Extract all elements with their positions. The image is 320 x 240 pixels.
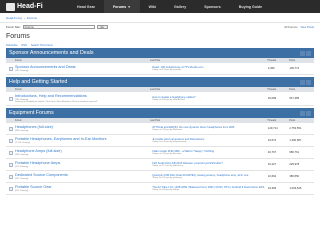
post-count: 386,550: [289, 175, 300, 178]
last-post-meta: Today, at 4:13 pm by ttvjaudio: [152, 69, 182, 72]
top-navigation-bar: Head-Fi Head Gear Forums ▼ Wiki Gallery S…: [0, 0, 320, 13]
breadcrumb-forums[interactable]: Forums: [27, 16, 37, 20]
nav-item-wiki[interactable]: Wiki: [140, 0, 165, 13]
nav-item-sponsors[interactable]: Sponsors: [195, 0, 230, 13]
viewing-count: (356 Viewing): [14, 153, 29, 156]
forum-row[interactable]: Headphone Amps (full-size) (356 Viewing) …: [6, 147, 314, 159]
forum-status-icon: [9, 138, 13, 143]
nav-item-gallery[interactable]: Gallery: [165, 0, 195, 13]
last-post-meta: Today, at 4:17 pm by Sidaskcuo: [152, 165, 184, 168]
rss-icon[interactable]: [306, 50, 311, 56]
viewing-count: (1,174 Viewing): [14, 141, 31, 144]
rss-link[interactable]: RSS: [22, 44, 27, 47]
chevron-down-icon: ▼: [127, 4, 131, 9]
post-count: 986,761: [289, 151, 300, 154]
site-logo[interactable]: Head-Fi: [6, 2, 56, 11]
thread-count: 10,662: [267, 175, 277, 178]
forum-section: Sponsor Announcements and Deals Forum La…: [6, 48, 314, 75]
post-count: 1,003,645: [289, 187, 302, 190]
post-count: 2,753,551: [289, 127, 302, 130]
post-count: 1,390,587: [289, 139, 302, 142]
forum-nav-label: Forum Nav:: [6, 25, 21, 29]
thread-count: 40,767: [267, 151, 277, 154]
nav-item-forums[interactable]: Forums ▼: [103, 0, 140, 13]
nav-item-buying-guide[interactable]: Buying Guide: [230, 0, 271, 13]
forum-row[interactable]: Portable Source Gear (621 Viewing) The A2…: [6, 183, 314, 195]
section-header: Sponsor Announcements and Deals: [6, 48, 314, 58]
thread-count: 2,366: [267, 67, 275, 70]
forum-row[interactable]: Headphones (full-size) (998 Viewing) ATTO…: [6, 123, 314, 135]
section-header: Help and Getting Started: [6, 77, 314, 87]
viewing-count: (130 Viewing): [14, 69, 29, 72]
last-post-meta: Today, at 4:18 pm by ta4yoursound: [152, 141, 187, 144]
nav-item-head-gear[interactable]: Head Gear: [68, 0, 104, 13]
thread-count: 46,089: [267, 97, 277, 100]
forum-status-icon: [9, 126, 13, 131]
viewing-count: (998 Viewing): [14, 129, 29, 132]
viewing-count: (621 Viewing): [14, 189, 29, 192]
search-forum-link[interactable]: Search This Forum: [31, 44, 53, 47]
post-count: 225,978: [289, 163, 300, 166]
section-header: Equipment Forums: [6, 108, 314, 118]
rss-icon[interactable]: [306, 110, 311, 116]
go-button[interactable]: Go: [96, 24, 108, 30]
forum-row[interactable]: Dedicated Source Components (257 Viewing)…: [6, 171, 314, 183]
collapse-icon[interactable]: [300, 50, 305, 56]
forum-nav-select[interactable]: Forums: [22, 24, 95, 30]
last-post-meta: Today, at 4:18 pm by cdfrrfdsf1w4: [152, 99, 185, 102]
last-post-meta: Today, at 4:18 pm by Bassthor: [152, 153, 182, 156]
forum-nav-bar: Forum Nav: Forums Go All Forums New Post…: [0, 22, 320, 31]
collapse-icon[interactable]: [300, 110, 305, 116]
thread-count: 129,714: [267, 127, 278, 130]
forum-section: Help and Getting Started Forum Last Post…: [6, 77, 314, 106]
post-count: 109,774: [289, 67, 300, 70]
logo-text: Head-Fi: [17, 3, 43, 10]
thread-count: 16,427: [267, 163, 277, 166]
main-nav: Head Gear Forums ▼ Wiki Gallery Sponsors …: [68, 0, 271, 13]
section-title: Equipment Forums: [9, 110, 54, 116]
forum-status-icon: [9, 174, 13, 179]
viewing-count: (473 Viewing): [14, 165, 29, 168]
rss-icon[interactable]: [306, 79, 311, 85]
thread-count: 24,369: [267, 187, 277, 190]
post-count: 547,385: [289, 97, 300, 100]
logo-icon: [6, 2, 15, 11]
breadcrumb: Head-Fi.org › Forums: [6, 15, 38, 20]
forum-nav-right: All Forums New Posts: [284, 25, 314, 29]
last-post-meta: Today, at 4:18 pm by Wakeoon: [152, 129, 183, 132]
forum-row[interactable]: Portable Headphones, Earphones and In-Ea…: [6, 135, 314, 147]
last-post-meta: Today, at 4:16 pm by ghitteney: [152, 177, 182, 180]
forum-status-icon: [9, 66, 13, 71]
section-title: Sponsor Announcements and Deals: [9, 50, 94, 56]
viewing-count: (257 Viewing): [14, 177, 29, 180]
new-posts-link[interactable]: New Posts: [301, 25, 314, 29]
forum-row[interactable]: Introductions, Help and Recommendations(…: [6, 92, 314, 106]
forum-status-icon: [9, 186, 13, 191]
collapse-icon[interactable]: [300, 79, 305, 85]
section-title: Help and Getting Started: [9, 79, 68, 85]
forum-status-icon: [9, 150, 13, 155]
all-forums-label: All Forums: [284, 25, 298, 29]
subscribe-link[interactable]: Subscribe: [6, 44, 18, 47]
last-post-meta: Today, at 4:18 pm by Kdapo: [152, 189, 180, 192]
thread-count: 43,672: [267, 139, 277, 142]
page-title: Forums: [6, 33, 30, 40]
forum-row[interactable]: Sponsor Announcements and Deals (130 View…: [6, 63, 314, 75]
breadcrumb-home[interactable]: Head-Fi.org: [6, 16, 22, 20]
forum-description: Looking for headphone advice? Start here…: [14, 100, 98, 103]
forum-status-icon: [9, 162, 13, 167]
forum-row[interactable]: Portable Headphone Amps (473 Viewing) Fii…: [6, 159, 314, 171]
forum-section: Equipment Forums Forum Last Post Threads…: [6, 108, 314, 195]
forum-status-icon: [9, 96, 13, 101]
